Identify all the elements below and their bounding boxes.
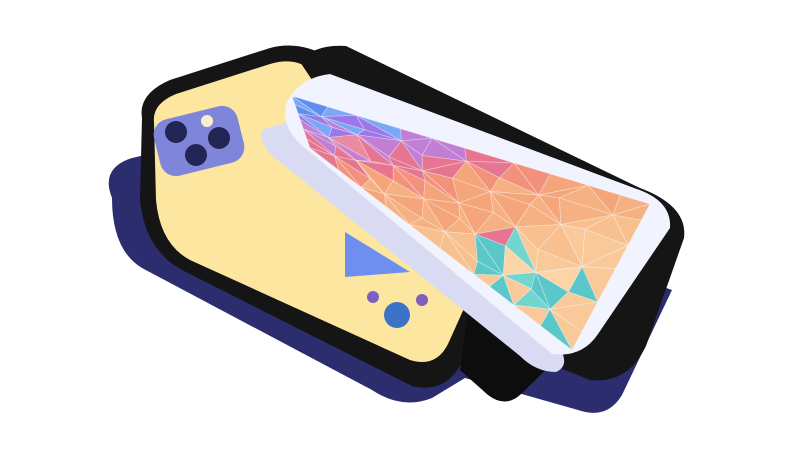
camera-lens-icon — [165, 121, 187, 143]
camera-flash-icon — [201, 115, 213, 127]
dot-decoration — [416, 294, 428, 306]
phone-case-scene — [108, 45, 685, 413]
dot-decoration — [367, 291, 379, 303]
camera-lens-icon — [185, 144, 207, 166]
camera-lens-icon — [208, 127, 230, 149]
dot-decoration — [384, 302, 410, 328]
